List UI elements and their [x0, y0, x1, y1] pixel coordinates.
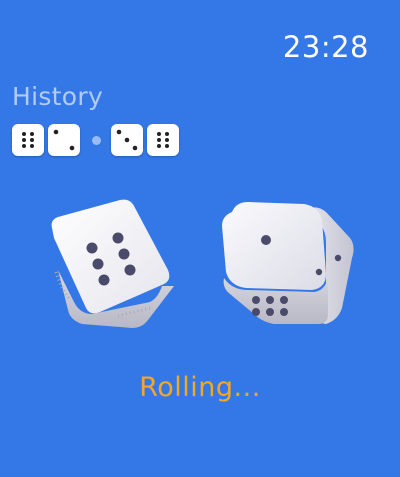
status-clock: 23:28 [282, 30, 369, 64]
history-die-six [147, 124, 179, 156]
history-die-six [12, 124, 44, 156]
history-separator-dot [92, 135, 101, 145]
rolling-die-left [51, 199, 174, 328]
history-die-three [111, 124, 143, 156]
dice-stage [51, 199, 354, 328]
history-row [12, 124, 183, 156]
rolling-die-right [222, 202, 354, 324]
history-title: History [12, 82, 104, 111]
history-die-two [48, 124, 80, 156]
rolling-status: Rolling... [139, 372, 261, 403]
